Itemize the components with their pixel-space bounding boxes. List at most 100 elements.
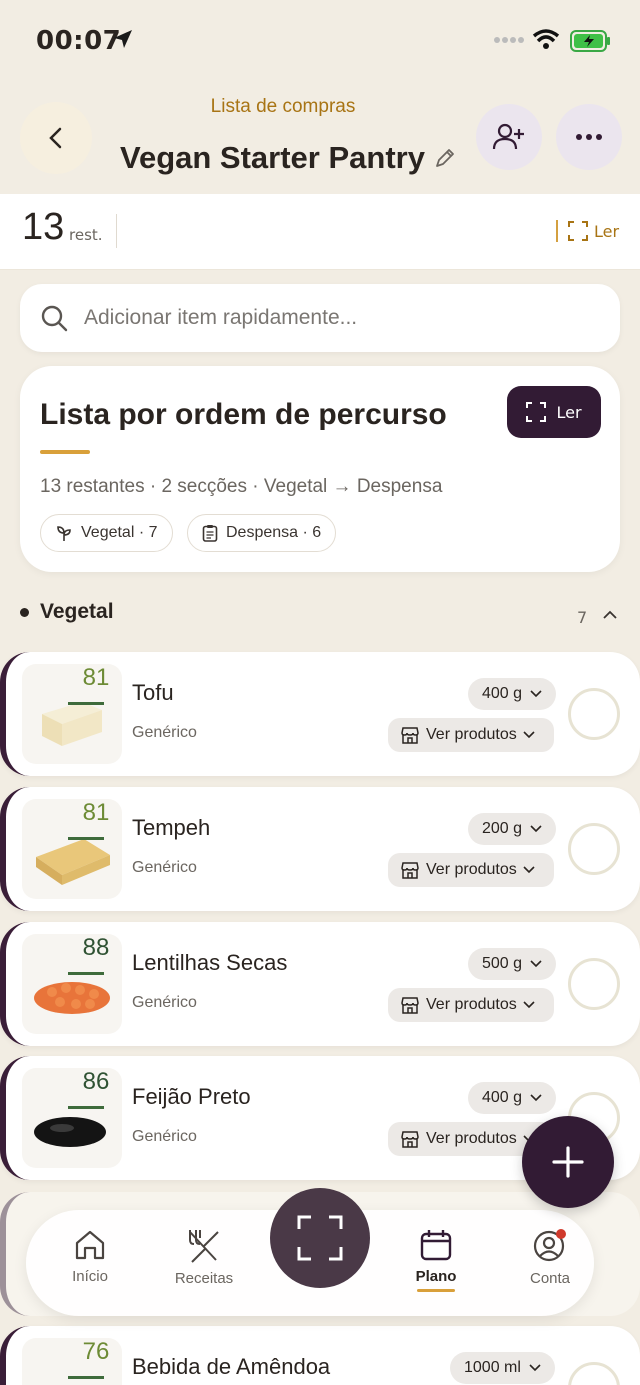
quantity-dropdown[interactable]: 1000 ml (450, 1352, 555, 1384)
health-score: 86 (82, 1068, 110, 1095)
quantity-dropdown[interactable]: 200 g (468, 813, 557, 845)
chevron-down-icon (529, 1364, 541, 1372)
page-title: Vegan Starter Pantry (120, 140, 425, 175)
score-indicator (68, 1106, 104, 1109)
chevron-down-icon (530, 690, 542, 698)
fork-knife-icon (189, 1230, 219, 1263)
chip-vegetal[interactable]: Vegetal · 7 (40, 514, 173, 552)
quantity-dropdown[interactable]: 500 g (468, 948, 557, 980)
chevron-down-icon (530, 825, 542, 833)
tab-label: Receitas (174, 1270, 234, 1287)
item-brand: Genérico (132, 724, 197, 741)
view-products-label: Ver produtos (426, 1130, 517, 1147)
quick-add-input[interactable]: Adicionar item rapidamente... (20, 284, 620, 352)
chevron-down-icon (530, 1094, 542, 1102)
wifi-icon (532, 29, 560, 49)
bullet (20, 608, 29, 617)
tab-label: Plano (415, 1268, 457, 1285)
store-icon (401, 862, 419, 879)
score-indicator (68, 972, 104, 975)
item-name: Feijão Preto (132, 1084, 251, 1109)
remaining-count: 13 (22, 206, 65, 248)
item-name: Tempeh (132, 815, 211, 840)
chip-despensa[interactable]: Despensa · 6 (187, 514, 337, 552)
section-count: 7 (577, 608, 588, 627)
pencil-icon[interactable] (433, 146, 457, 170)
tab-inicio[interactable]: Início (40, 1228, 140, 1285)
tab-conta[interactable]: Conta (500, 1228, 600, 1287)
section-name: Vegetal (40, 600, 114, 623)
item-brand: Genérico (132, 859, 197, 876)
quantity-value: 400 g (482, 1089, 523, 1106)
search-placeholder: Adicionar item rapidamente... (84, 306, 358, 329)
store-icon (401, 997, 419, 1014)
status-bar: 00:07 (0, 0, 640, 80)
remaining-unit: rest. (69, 226, 103, 244)
tab-receitas[interactable]: Receitas (154, 1228, 254, 1287)
more-options-button[interactable] (556, 104, 622, 170)
route-card-title: Lista por ordem de percurso (40, 398, 447, 431)
quantity-dropdown[interactable]: 400 g (468, 678, 557, 710)
store-icon (401, 1131, 419, 1148)
view-products-button[interactable]: Ver produtos (388, 988, 554, 1022)
section-header-vegetal[interactable]: Vegetal 7 (0, 594, 640, 634)
score-indicator (68, 837, 104, 840)
search-icon (41, 305, 68, 332)
scan-frame-icon (297, 1215, 343, 1261)
read-button[interactable]: Ler (507, 386, 601, 438)
add-item-button[interactable] (522, 1116, 614, 1208)
quantity-value: 1000 ml (464, 1359, 521, 1376)
scan-frame-icon (526, 402, 547, 422)
item-checkbox[interactable] (568, 823, 620, 875)
view-products-label: Ver produtos (426, 726, 517, 743)
item-checkbox[interactable] (568, 958, 620, 1010)
route-order-card: Lista por ordem de percurso Ler 13 resta… (20, 366, 620, 572)
list-title[interactable]: Vegan Starter Pantry (120, 140, 457, 176)
item-name: Tofu (132, 680, 174, 705)
scan-button[interactable]: Ler (556, 220, 619, 242)
tab-label: Conta (529, 1270, 571, 1287)
chevron-down-icon (523, 1001, 535, 1009)
quantity-value: 200 g (482, 820, 523, 837)
tab-plano[interactable]: Plano (386, 1228, 486, 1292)
plus-icon (552, 1146, 584, 1178)
view-products-button[interactable]: Ver produtos (388, 718, 554, 752)
item-checkbox[interactable] (568, 688, 620, 740)
title-underline (40, 450, 90, 454)
list-item[interactable]: 88 Lentilhas Secas Genérico 500 g Ver pr… (0, 922, 640, 1046)
read-button-label: Ler (556, 402, 582, 422)
quantity-value: 400 g (482, 685, 523, 702)
remaining-counter-bar: 13 rest. Ler (0, 194, 640, 270)
list-item[interactable]: 81 Tempeh Genérico 200 g Ver produtos (0, 787, 640, 911)
chevron-down-icon (523, 731, 535, 739)
sprout-icon (57, 526, 71, 541)
item-brand: Genérico (132, 994, 197, 1011)
battery-icon (570, 30, 610, 52)
scan-label: Ler (594, 221, 620, 241)
score-indicator (68, 702, 104, 705)
quantity-value: 500 g (482, 955, 523, 972)
item-checkbox[interactable] (568, 1362, 620, 1385)
calendar-icon (420, 1230, 452, 1261)
page-subtitle: Lista de compras (210, 96, 356, 117)
scan-frame-icon (568, 221, 588, 241)
home-icon (75, 1230, 105, 1260)
scan-fab-button[interactable] (270, 1188, 370, 1288)
chip-label: Despensa · 6 (226, 524, 322, 541)
view-products-button[interactable]: Ver produtos (388, 853, 554, 887)
divider (116, 214, 117, 248)
list-item[interactable]: 76 Bebida de Amêndoa 1000 ml (0, 1326, 640, 1385)
account-icon (533, 1229, 566, 1262)
list-item[interactable]: 81 Tofu Genérico 400 g Ver produtos (0, 652, 640, 776)
view-products-label: Ver produtos (426, 996, 517, 1013)
chevron-up-icon[interactable] (602, 610, 618, 620)
chevron-down-icon (523, 866, 535, 874)
add-member-button[interactable] (476, 104, 542, 170)
route-summary: 13 restantes · 2 secções · Vegetal → Des… (40, 476, 443, 497)
chip-label: Vegetal · 7 (81, 524, 158, 541)
quantity-dropdown[interactable]: 400 g (468, 1082, 557, 1114)
location-arrow-icon (114, 30, 132, 48)
item-name: Lentilhas Secas (132, 950, 288, 975)
score-indicator (68, 1376, 104, 1379)
store-icon (401, 727, 419, 744)
